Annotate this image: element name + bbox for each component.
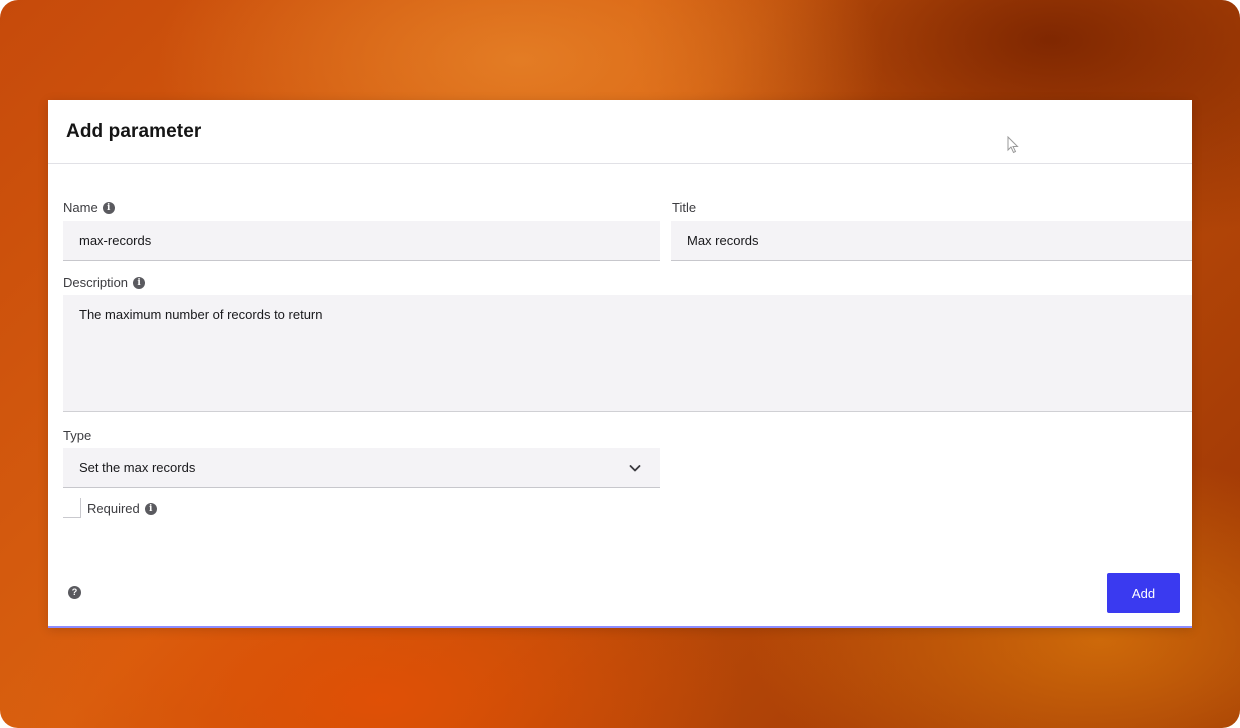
mouse-cursor-icon [1007,136,1019,154]
title-input-value: Max records [687,233,759,248]
description-field-label: Description i [63,275,146,290]
type-selected-value: Set the max records [79,460,196,475]
dialog-header: Add parameter [48,100,1192,164]
help-icon[interactable]: ? [68,586,81,599]
info-icon[interactable]: i [144,502,157,515]
description-textarea[interactable]: The maximum number of records to return [63,295,1192,412]
chevron-down-icon [629,464,641,471]
add-button[interactable]: Add [1107,573,1180,613]
name-label-text: Name [63,200,98,215]
name-input-value: max-records [79,233,152,248]
type-select[interactable]: Set the max records [63,448,660,488]
title-input[interactable]: Max records [671,221,1192,261]
title-label-text: Title [672,200,697,215]
dialog-title: Add parameter [66,120,202,142]
type-field-label: Type [63,428,91,443]
info-icon[interactable]: i [133,276,146,289]
add-parameter-dialog: Add parameter Name i max-records Title M… [48,100,1192,628]
required-label-text: Required [87,501,140,516]
name-input[interactable]: max-records [63,221,660,261]
required-label: Required i [87,501,157,516]
required-checkbox[interactable] [63,498,81,518]
title-field-label: Title [672,200,696,215]
type-label-text: Type [63,428,92,443]
info-icon[interactable]: i [102,201,115,214]
name-field-label: Name i [63,200,115,215]
description-label-text: Description [63,275,129,290]
description-textarea-value: The maximum number of records to return [79,307,323,322]
